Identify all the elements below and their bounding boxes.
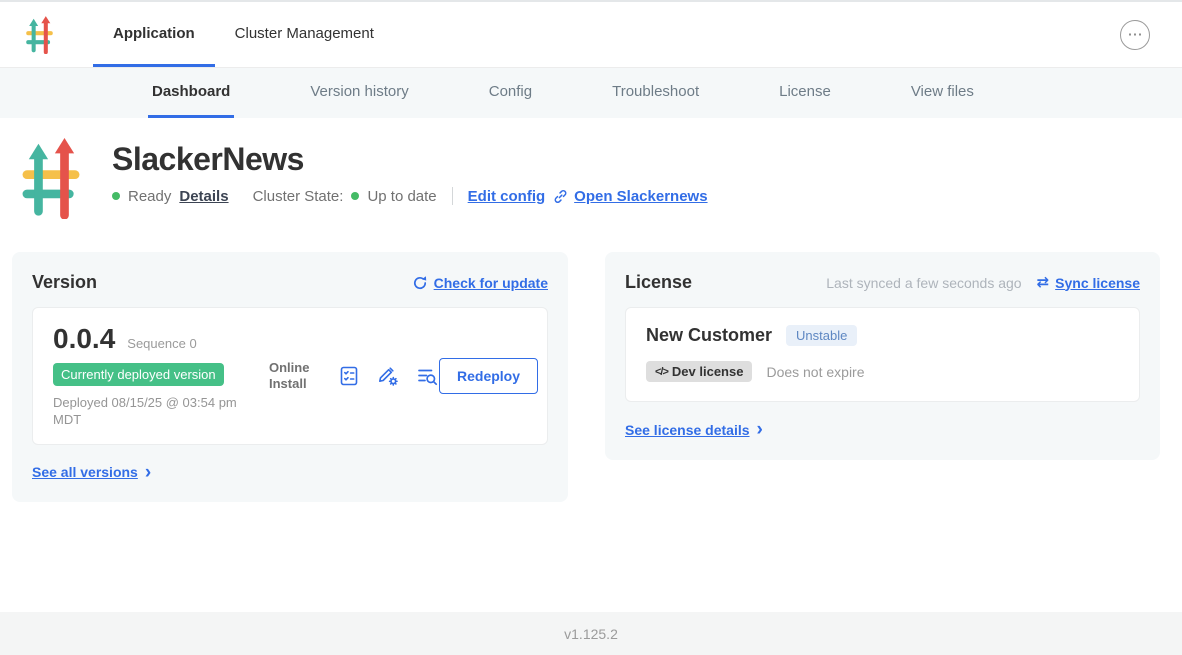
dashboard-content: SlackerNews Ready Details Cluster State:… bbox=[0, 118, 1182, 502]
subnav-item-dashboard[interactable]: Dashboard bbox=[148, 68, 234, 118]
subnav-item-config[interactable]: Config bbox=[485, 68, 536, 118]
app-status-row: Ready Details Cluster State: Up to date … bbox=[112, 187, 708, 205]
app-status-text: Ready bbox=[128, 188, 171, 205]
details-link[interactable]: Details bbox=[179, 188, 228, 205]
ellipsis-icon: ⋯ bbox=[1128, 27, 1143, 42]
deployed-badge: Currently deployed version bbox=[53, 363, 224, 386]
chevron-right-icon: › bbox=[757, 420, 763, 439]
open-app-link[interactable]: Open Slackernews bbox=[553, 188, 707, 205]
see-license-details-link[interactable]: See license details › bbox=[625, 420, 763, 439]
edit-config-link-label: Edit config bbox=[468, 188, 546, 205]
sync-license-link[interactable]: ⇄ Sync license bbox=[1036, 275, 1140, 291]
version-info: 0.0.4 Sequence 0 Currently deployed vers… bbox=[53, 323, 265, 429]
app-logo-large-icon bbox=[22, 138, 80, 219]
expiration-text: Does not expire bbox=[766, 364, 864, 380]
app-status-dot bbox=[112, 192, 120, 200]
version-card: Version Check for update bbox=[12, 252, 568, 502]
details-link-label: Details bbox=[179, 188, 228, 205]
code-icon: </> bbox=[655, 366, 668, 378]
subnav-item-version-history[interactable]: Version history bbox=[306, 68, 412, 118]
see-license-details-label: See license details bbox=[625, 422, 750, 438]
check-for-update-link[interactable]: Check for update bbox=[412, 275, 548, 291]
version-card-header: Version Check for update bbox=[32, 272, 548, 293]
cluster-state-dot bbox=[351, 192, 359, 200]
current-version-panel: 0.0.4 Sequence 0 Currently deployed vers… bbox=[32, 307, 548, 445]
license-card-title: License bbox=[625, 272, 692, 293]
top-navigation: Application Cluster Management ⋯ bbox=[0, 2, 1182, 68]
sync-license-label: Sync license bbox=[1055, 275, 1140, 291]
sync-icon: ⇄ bbox=[1037, 275, 1050, 290]
dashboard-cards: Version Check for update bbox=[12, 252, 1170, 502]
install-type-label: Online Install bbox=[269, 360, 321, 393]
tab-application[interactable]: Application bbox=[93, 2, 215, 67]
check-for-update-label: Check for update bbox=[434, 275, 548, 291]
sequence-label: Sequence 0 bbox=[127, 336, 196, 351]
app-sub-navigation: Dashboard Version history Config Trouble… bbox=[0, 68, 1182, 118]
subnav-item-view-files[interactable]: View files bbox=[907, 68, 978, 118]
config-tools-icon[interactable] bbox=[376, 364, 400, 388]
see-all-versions-label: See all versions bbox=[32, 464, 138, 480]
cluster-state-label: Cluster State: bbox=[253, 188, 344, 205]
license-type-badge: </> Dev license bbox=[646, 361, 752, 382]
license-card: License Last synced a few seconds ago ⇄ … bbox=[605, 252, 1160, 460]
channel-badge: Unstable bbox=[786, 325, 857, 346]
chevron-right-icon: › bbox=[145, 463, 151, 482]
license-header-right: Last synced a few seconds ago ⇄ Sync lic… bbox=[826, 275, 1140, 291]
top-tabs: Application Cluster Management bbox=[93, 2, 394, 67]
subnav-item-license[interactable]: License bbox=[775, 68, 835, 118]
release-notes-checklist-icon[interactable] bbox=[337, 364, 361, 388]
license-details-panel: New Customer Unstable </> Dev license Do… bbox=[625, 307, 1140, 402]
vertical-divider bbox=[452, 187, 453, 205]
overflow-menu-button[interactable]: ⋯ bbox=[1120, 20, 1150, 50]
customer-name: New Customer bbox=[646, 325, 772, 346]
deployed-timestamp: Deployed 08/15/25 @ 03:54 pm MDT bbox=[53, 395, 251, 429]
page-title: SlackerNews bbox=[112, 140, 708, 178]
current-version-number: 0.0.4 bbox=[53, 323, 115, 355]
footer: v1.125.2 bbox=[0, 612, 1182, 655]
subnav-item-troubleshoot[interactable]: Troubleshoot bbox=[608, 68, 703, 118]
app-logo-small-icon bbox=[26, 16, 53, 54]
view-logs-icon[interactable] bbox=[415, 364, 439, 388]
redeploy-button[interactable]: Redeploy bbox=[439, 358, 538, 394]
admin-console-page: Application Cluster Management ⋯ Dashboa… bbox=[0, 0, 1182, 655]
open-app-link-label: Open Slackernews bbox=[574, 188, 707, 205]
edit-config-link[interactable]: Edit config bbox=[468, 188, 546, 205]
external-link-icon bbox=[553, 189, 568, 204]
version-action-icons bbox=[337, 364, 439, 388]
refresh-icon bbox=[412, 275, 428, 291]
license-card-header: License Last synced a few seconds ago ⇄ … bbox=[625, 272, 1140, 293]
see-all-versions-link[interactable]: See all versions › bbox=[32, 463, 151, 482]
cluster-state-value: Up to date bbox=[367, 188, 436, 205]
license-type-label: Dev license bbox=[672, 364, 744, 379]
last-synced-text: Last synced a few seconds ago bbox=[826, 275, 1021, 291]
tab-cluster-management[interactable]: Cluster Management bbox=[215, 2, 394, 67]
app-header: SlackerNews Ready Details Cluster State:… bbox=[12, 138, 1170, 219]
version-card-title: Version bbox=[32, 272, 97, 293]
console-version-text: v1.125.2 bbox=[564, 626, 618, 642]
